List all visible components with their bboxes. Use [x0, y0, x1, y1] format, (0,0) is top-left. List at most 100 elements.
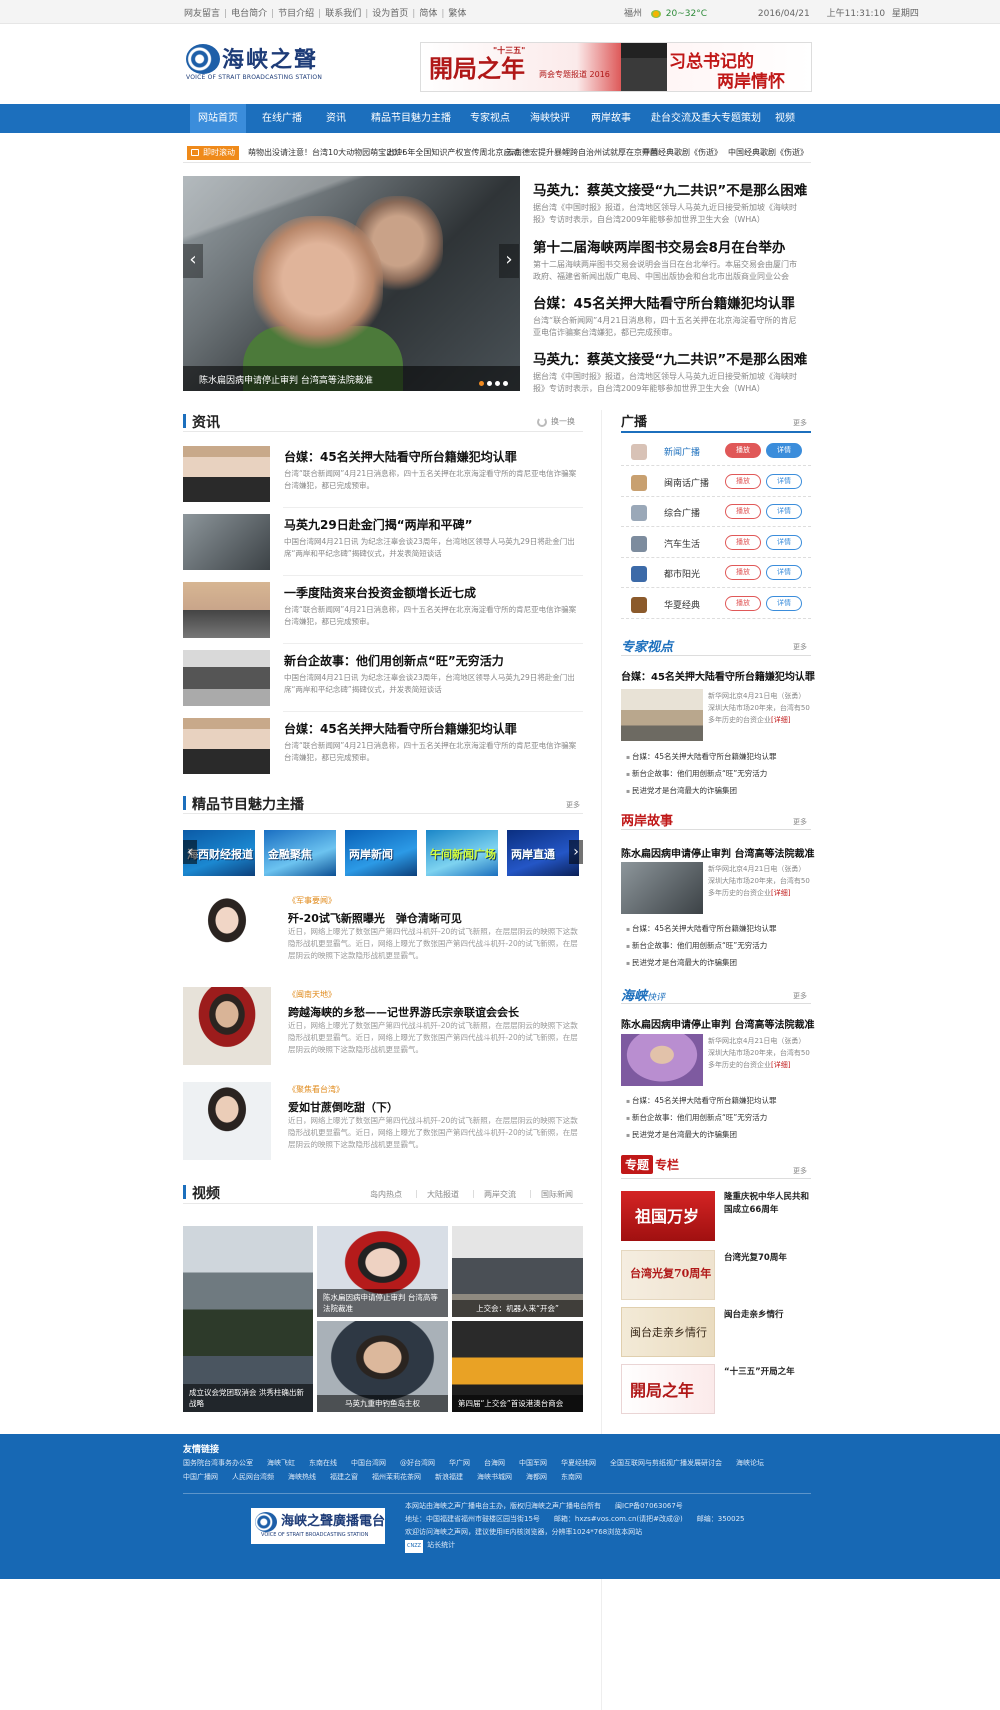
station-row[interactable]: 新闻广播 播放 详情: [621, 436, 811, 466]
programs-more-link[interactable]: 更多: [566, 800, 580, 810]
play-button[interactable]: 播放: [725, 595, 761, 611]
detail-button[interactable]: 详情: [766, 534, 802, 550]
video-tab[interactable]: 国际新闻: [541, 1189, 573, 1200]
carousel-next-button[interactable]: ›: [569, 840, 583, 864]
friend-link[interactable]: @好台湾网: [400, 1456, 435, 1470]
news-item[interactable]: 马英九29日赴金门揭“两岸和平碑” 中国台湾网4月21日讯 为纪念汪辜会谈23周…: [183, 514, 583, 570]
headline-item[interactable]: 第十二届海峡两岸图书交易会8月在台举办 第十二届海峡两岸图书交易会说明会当日在台…: [533, 236, 803, 283]
news-item[interactable]: 台媒：45名关押大陆看守所台籍嫌犯均认罪 台湾“联合新闻网”4月21日消息称，四…: [183, 718, 583, 774]
slide-dot[interactable]: [479, 381, 484, 386]
ticker-item[interactable]: 中国经典歌剧《伤逝》: [642, 147, 722, 158]
friend-link[interactable]: 台海网: [484, 1456, 505, 1470]
expert-detail-link[interactable]: [详细]: [771, 716, 790, 724]
top-link[interactable]: 设为首页: [372, 9, 408, 19]
video-item[interactable]: 第四届“上交会”首设港澳台商会: [452, 1321, 583, 1412]
friend-link[interactable]: 东南在线: [309, 1456, 337, 1470]
ticker-item[interactable]: 中国经典歌剧《伤逝》: [728, 147, 808, 158]
anchor-photo[interactable]: [183, 893, 271, 971]
review-headline[interactable]: 陈水扁因病申请停止审判 台湾高等法院裁准: [621, 1016, 814, 1031]
play-button[interactable]: 播放: [725, 504, 761, 519]
news-thumbnail[interactable]: [183, 718, 270, 774]
station-name[interactable]: 新闻广播: [664, 445, 700, 458]
friend-link[interactable]: 福建之窗: [330, 1470, 358, 1484]
story-list-item[interactable]: 民进党才是台湾最大的诈骗集团: [626, 955, 777, 972]
special-text[interactable]: 台湾光复70周年: [724, 1252, 814, 1265]
expert-list-item[interactable]: 台媒：45名关押大陆看守所台籍嫌犯均认罪: [626, 749, 777, 766]
friend-link[interactable]: 中国台湾网: [351, 1456, 386, 1470]
video-item[interactable]: 马英九重申钓鱼岛主权: [317, 1321, 448, 1412]
anchor-title[interactable]: 歼-20试飞新照曝光 弹仓清晰可见: [288, 910, 462, 926]
station-name[interactable]: 都市阳光: [664, 567, 700, 580]
station-row[interactable]: 华夏经典 播放 详情: [621, 589, 811, 619]
play-button[interactable]: 播放: [725, 565, 761, 580]
footer-stats[interactable]: CNZZ 站长统计: [405, 1539, 744, 1553]
friend-link[interactable]: 东南网: [561, 1470, 582, 1484]
friend-link[interactable]: 福州茉莉花茶网: [372, 1470, 421, 1484]
nav-special[interactable]: 赴台交流及重大专题策划: [645, 104, 767, 133]
video-tab[interactable]: 岛内热点: [370, 1189, 402, 1200]
nav-home[interactable]: 网站首页: [190, 104, 246, 133]
anchor-item[interactable]: 《军事要闻》 歼-20试飞新照曝光 弹仓清晰可见 近日，网络上曝光了数张国产第四…: [183, 893, 583, 971]
play-button[interactable]: 播放: [725, 443, 761, 458]
anchor-photo[interactable]: [183, 987, 271, 1065]
station-name[interactable]: 汽车生活: [664, 537, 700, 550]
friend-link[interactable]: 新浪福建: [435, 1470, 463, 1484]
friend-link[interactable]: 华夏经纬网: [561, 1456, 596, 1470]
anchor-item[interactable]: 《聚焦看台湾》 爱如甘蔗倒吃甜（下） 近日，网络上曝光了数张国产第四代战斗机歼-…: [183, 1082, 583, 1160]
stats-link[interactable]: 站长统计: [427, 1541, 455, 1549]
news-title[interactable]: 台媒：45名关押大陆看守所台籍嫌犯均认罪: [284, 720, 517, 737]
anchor-program-tag[interactable]: 《聚焦看台湾》: [288, 1084, 344, 1095]
slide-prev-button[interactable]: ‹: [183, 244, 203, 278]
ticker-item[interactable]: 2016年全国知识产权宣传周北京启动: [387, 147, 519, 158]
slide-next-button[interactable]: ›: [499, 244, 519, 278]
review-list-item[interactable]: 台媒：45名关押大陆看守所台籍嫌犯均认罪: [626, 1093, 777, 1110]
news-item[interactable]: 台媒：45名关押大陆看守所台籍嫌犯均认罪 台湾“联合新闻网”4月21日消息称，四…: [183, 446, 583, 502]
program-tile[interactable]: 午间新闻广场: [426, 830, 498, 876]
nav-news[interactable]: 资讯: [316, 104, 356, 133]
anchor-title[interactable]: 爱如甘蔗倒吃甜（下）: [288, 1099, 398, 1115]
headline-item[interactable]: 台媒：45名关押大陆看守所台籍嫌犯均认罪 台湾“联合新闻网”4月21日消息称，四…: [533, 292, 803, 339]
station-name[interactable]: 综合广播: [664, 506, 700, 519]
top-link[interactable]: 简体: [419, 9, 437, 19]
special-banner[interactable]: 開局之年: [621, 1364, 715, 1414]
friend-link[interactable]: 海峡论坛: [736, 1456, 764, 1470]
review-list-item[interactable]: 新台企故事：他们用创新点“旺”无穷活力: [626, 1110, 777, 1127]
anchor-title[interactable]: 跨越海峡的乡愁——记世界游氏宗亲联谊会会长: [288, 1004, 519, 1020]
special-banner[interactable]: 祖国万岁: [621, 1191, 715, 1241]
news-title[interactable]: 台媒：45名关押大陆看守所台籍嫌犯均认罪: [284, 448, 517, 465]
news-thumbnail[interactable]: [183, 514, 270, 570]
story-thumbnail[interactable]: [621, 862, 703, 914]
detail-button[interactable]: 详情: [766, 443, 802, 458]
headline-title[interactable]: 台媒：45名关押大陆看守所台籍嫌犯均认罪: [533, 292, 803, 312]
friend-link[interactable]: 海峡热线: [288, 1470, 316, 1484]
friend-link[interactable]: 人民网台湾频: [232, 1470, 274, 1484]
story-headline[interactable]: 陈水扁因病申请停止审判 台湾高等法院裁准: [621, 845, 814, 860]
news-item[interactable]: 一季度陆资来台投资金额增长近七成 台湾“联合新闻网”4月21日消息称，四十五名关…: [183, 582, 583, 638]
headline-title[interactable]: 马英九：蔡英文接受“九二共识”不是那么困难: [533, 348, 807, 368]
video-item[interactable]: 陈水扁因病申请停止审判 台湾高等法院裁准: [317, 1226, 448, 1317]
nav-stories[interactable]: 两岸故事: [583, 104, 639, 133]
anchor-item[interactable]: 《闽南天地》 跨越海峡的乡愁——记世界游氏宗亲联谊会会长 近日，网络上曝光了数张…: [183, 987, 583, 1065]
broadcast-more-link[interactable]: 更多: [793, 418, 807, 428]
headline-title[interactable]: 马英九：蔡英文接受“九二共识”不是那么困难: [533, 179, 807, 199]
news-thumbnail[interactable]: [183, 582, 270, 638]
friend-link[interactable]: 中国军网: [519, 1456, 547, 1470]
station-name[interactable]: 华夏经典: [664, 598, 700, 611]
friend-link[interactable]: 国务院台湾事务办公室: [183, 1456, 253, 1470]
headline-title[interactable]: 第十二届海峡两岸图书交易会8月在台举办: [533, 236, 803, 256]
review-more-link[interactable]: 更多: [793, 991, 807, 1001]
top-banner[interactable]: "十三五" 開局之年 两会专题报道 2016 习总书记的 两岸情怀: [420, 42, 812, 92]
anchor-program-tag[interactable]: 《军事要闻》: [288, 895, 336, 906]
top-link[interactable]: 繁体: [448, 9, 466, 19]
news-item[interactable]: 新台企故事：他们用创新点“旺”无穷活力 中国台湾网4月21日讯 为纪念汪辜会谈2…: [183, 650, 583, 706]
special-more-link[interactable]: 更多: [793, 1166, 807, 1176]
program-tile[interactable]: 金融聚焦: [264, 830, 336, 876]
detail-button[interactable]: 详情: [766, 504, 802, 519]
featured-slideshow[interactable]: ‹ › 陈水扁因病申请停止审判 台湾高等法院裁准: [183, 176, 520, 391]
nav-expert[interactable]: 专家视点: [462, 104, 518, 133]
story-detail-link[interactable]: [详细]: [771, 889, 790, 897]
friend-link[interactable]: 海峡飞虹: [267, 1456, 295, 1470]
slide-dot[interactable]: [495, 381, 500, 386]
news-thumbnail[interactable]: [183, 446, 270, 502]
special-text[interactable]: 隆重庆祝中华人民共和国成立66周年: [724, 1191, 814, 1217]
